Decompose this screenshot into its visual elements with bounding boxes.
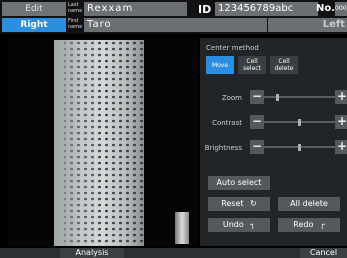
side-indicator: Left (322, 19, 345, 30)
rotate-icon: ↻ (250, 199, 257, 208)
zoom-slider[interactable] (262, 96, 336, 98)
brightness-label: Brightness (204, 144, 242, 152)
number-label: No. (316, 3, 336, 14)
last-name-field: Rexxam (84, 2, 187, 16)
analysis-button[interactable]: Analysis (60, 248, 124, 258)
brightness-slider-thumb[interactable] (298, 144, 301, 151)
thumbnail-preview[interactable] (175, 212, 189, 244)
center-method-title: Center method (206, 44, 259, 52)
all-delete-button[interactable]: All delete (278, 197, 340, 211)
first-name-label: First name (68, 18, 83, 30)
brightness-plus-button[interactable]: + (335, 140, 347, 154)
reset-button[interactable]: Reset ↻ (208, 197, 270, 211)
undo-corner-icon: ┐ (250, 220, 256, 229)
reset-label: Reset (221, 199, 244, 208)
contrast-slider-thumb[interactable] (298, 119, 301, 126)
specular-image[interactable] (54, 40, 144, 246)
id-field: 123456789abc (215, 2, 318, 16)
eye-side-tab[interactable]: Right (2, 18, 66, 32)
bottom-bar (0, 248, 347, 258)
contrast-plus-button[interactable]: + (335, 115, 347, 129)
redo-label: Redo (293, 220, 314, 229)
cancel-button[interactable]: Cancel (300, 248, 347, 258)
method-cell-delete-button[interactable]: Cell delete (270, 56, 298, 74)
method-move-button[interactable]: Move (206, 56, 234, 74)
id-label: ID (198, 3, 212, 16)
auto-select-button[interactable]: Auto select (208, 176, 270, 190)
redo-button[interactable]: Redo ┌ (278, 218, 340, 232)
zoom-slider-thumb[interactable] (275, 94, 279, 101)
cell-image (54, 40, 144, 246)
edit-tab[interactable]: Edit (2, 2, 66, 16)
first-name-field: Taro (84, 18, 267, 32)
zoom-plus-button[interactable]: + (335, 90, 347, 104)
number-field: 0000 (335, 2, 347, 16)
method-cell-select-button[interactable]: Cell select (238, 56, 266, 74)
undo-label: Undo (222, 220, 244, 229)
redo-corner-icon: ┌ (319, 220, 325, 229)
undo-button[interactable]: Undo ┐ (208, 218, 270, 232)
contrast-label: Contrast (212, 119, 242, 127)
zoom-label: Zoom (221, 94, 242, 102)
last-name-label: Last name (68, 2, 83, 14)
